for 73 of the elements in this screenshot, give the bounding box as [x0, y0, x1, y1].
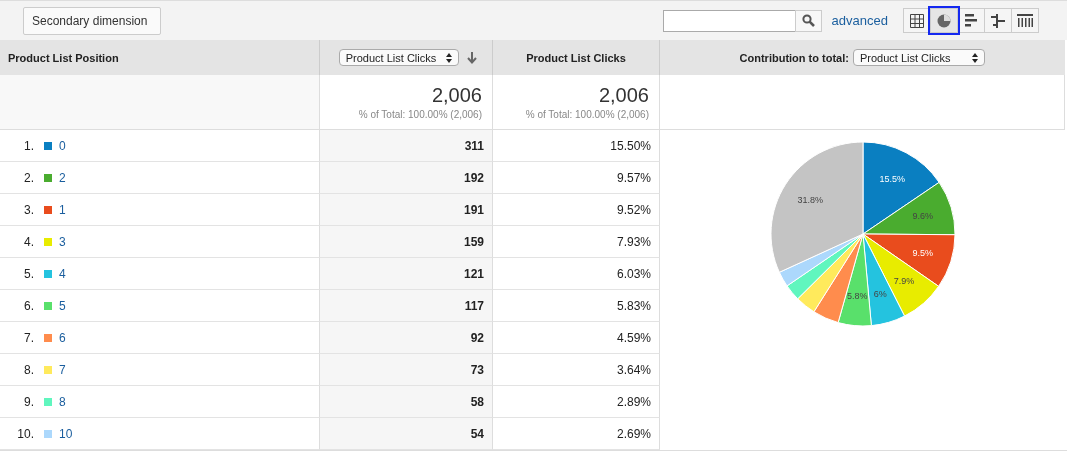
- comparison-icon: [991, 13, 1005, 28]
- dimension-link[interactable]: 10: [59, 426, 73, 441]
- table-cell: 192: [320, 162, 493, 194]
- table-cell: 9.57%: [493, 162, 660, 194]
- comparison-view-button[interactable]: [984, 8, 1012, 33]
- slice-label: 9.6%: [912, 210, 933, 221]
- advanced-link[interactable]: advanced: [831, 13, 888, 28]
- table-cell: 159: [320, 226, 493, 258]
- table-cell: 117: [320, 290, 493, 322]
- table-cell: 7.93%: [493, 226, 660, 258]
- pie-chart-icon: [937, 13, 951, 28]
- total-value: 2,006: [431, 84, 482, 107]
- row-number: 7.: [23, 330, 34, 345]
- updown-icon: [972, 52, 979, 63]
- table-cell: 73: [320, 354, 493, 386]
- dimension-link[interactable]: 0: [59, 138, 66, 153]
- row-number: 5.: [23, 266, 34, 281]
- table-view-button[interactable]: [903, 8, 931, 33]
- slice-label: 6%: [873, 289, 887, 300]
- row-number: 8.: [23, 362, 34, 377]
- bar-chart-icon: [965, 14, 977, 27]
- table-cell: 2.69%: [493, 418, 660, 450]
- row-number: 2.: [23, 170, 34, 185]
- table-cell: 92: [320, 322, 493, 354]
- row-number: 6.: [23, 298, 34, 313]
- row-number: 9.: [23, 394, 34, 409]
- row-number: 4.: [23, 234, 34, 249]
- slice-label: 7.9%: [893, 276, 914, 287]
- table-cell: 6.03%: [493, 258, 660, 290]
- table-cell: 4.59%: [493, 322, 660, 354]
- dimension-link[interactable]: 8: [59, 394, 66, 409]
- pie-view-button[interactable]: [930, 8, 958, 33]
- search-field[interactable]: [662, 9, 795, 32]
- dimension-link[interactable]: 5: [59, 298, 66, 313]
- column-header: Product List Clicks: [526, 51, 626, 64]
- total-percent: % of Total: 100.00% (2,006): [358, 109, 482, 120]
- table-cell: 311: [320, 130, 493, 162]
- slice-label: 9.5%: [911, 247, 933, 258]
- pivot-view-button[interactable]: [1011, 8, 1039, 33]
- contribution-select[interactable]: Product List Clicks: [852, 49, 986, 66]
- dimension-link[interactable]: 2: [59, 170, 66, 185]
- grid-icon: [910, 13, 924, 28]
- row-number: 1.: [23, 138, 34, 153]
- table-cell: 191: [320, 194, 493, 226]
- column-header: Product List Position: [8, 51, 119, 64]
- table-cell: 9.52%: [493, 194, 660, 226]
- dimension-link[interactable]: 3: [59, 234, 66, 249]
- dimension-link[interactable]: 6: [59, 330, 66, 345]
- updown-icon: [446, 52, 453, 63]
- table-cell: 121: [320, 258, 493, 290]
- row-number: 3.: [23, 202, 34, 217]
- sort-descending-icon[interactable]: [467, 51, 478, 64]
- table-cell: 54: [320, 418, 493, 450]
- slice-label: 5.8%: [846, 291, 868, 302]
- slice-label: 15.5%: [879, 173, 905, 184]
- table-cell: 15.50%: [493, 130, 660, 162]
- table-cell: 58: [320, 386, 493, 418]
- table-cell: 5.83%: [493, 290, 660, 322]
- row-number: 10.: [16, 426, 34, 441]
- secondary-dimension-dropdown[interactable]: Secondary dimension: [23, 6, 161, 35]
- contribution-label: Contribution to total:: [739, 51, 849, 64]
- table-cell: 2.89%: [493, 386, 660, 418]
- total-percent: % of Total: 100.00% (2,006): [525, 109, 649, 120]
- dimension-link[interactable]: 7: [59, 362, 66, 377]
- search-icon: [801, 14, 815, 27]
- pivot-icon: [1017, 14, 1033, 27]
- metric-select[interactable]: Product List Clicks: [338, 49, 460, 66]
- total-value: 2,006: [598, 84, 649, 107]
- table-cell: 3.64%: [493, 354, 660, 386]
- dimension-link[interactable]: 4: [59, 266, 66, 281]
- dimension-link[interactable]: 1: [59, 202, 66, 217]
- slice-label: 31.8%: [797, 195, 823, 206]
- search-button[interactable]: [794, 9, 822, 32]
